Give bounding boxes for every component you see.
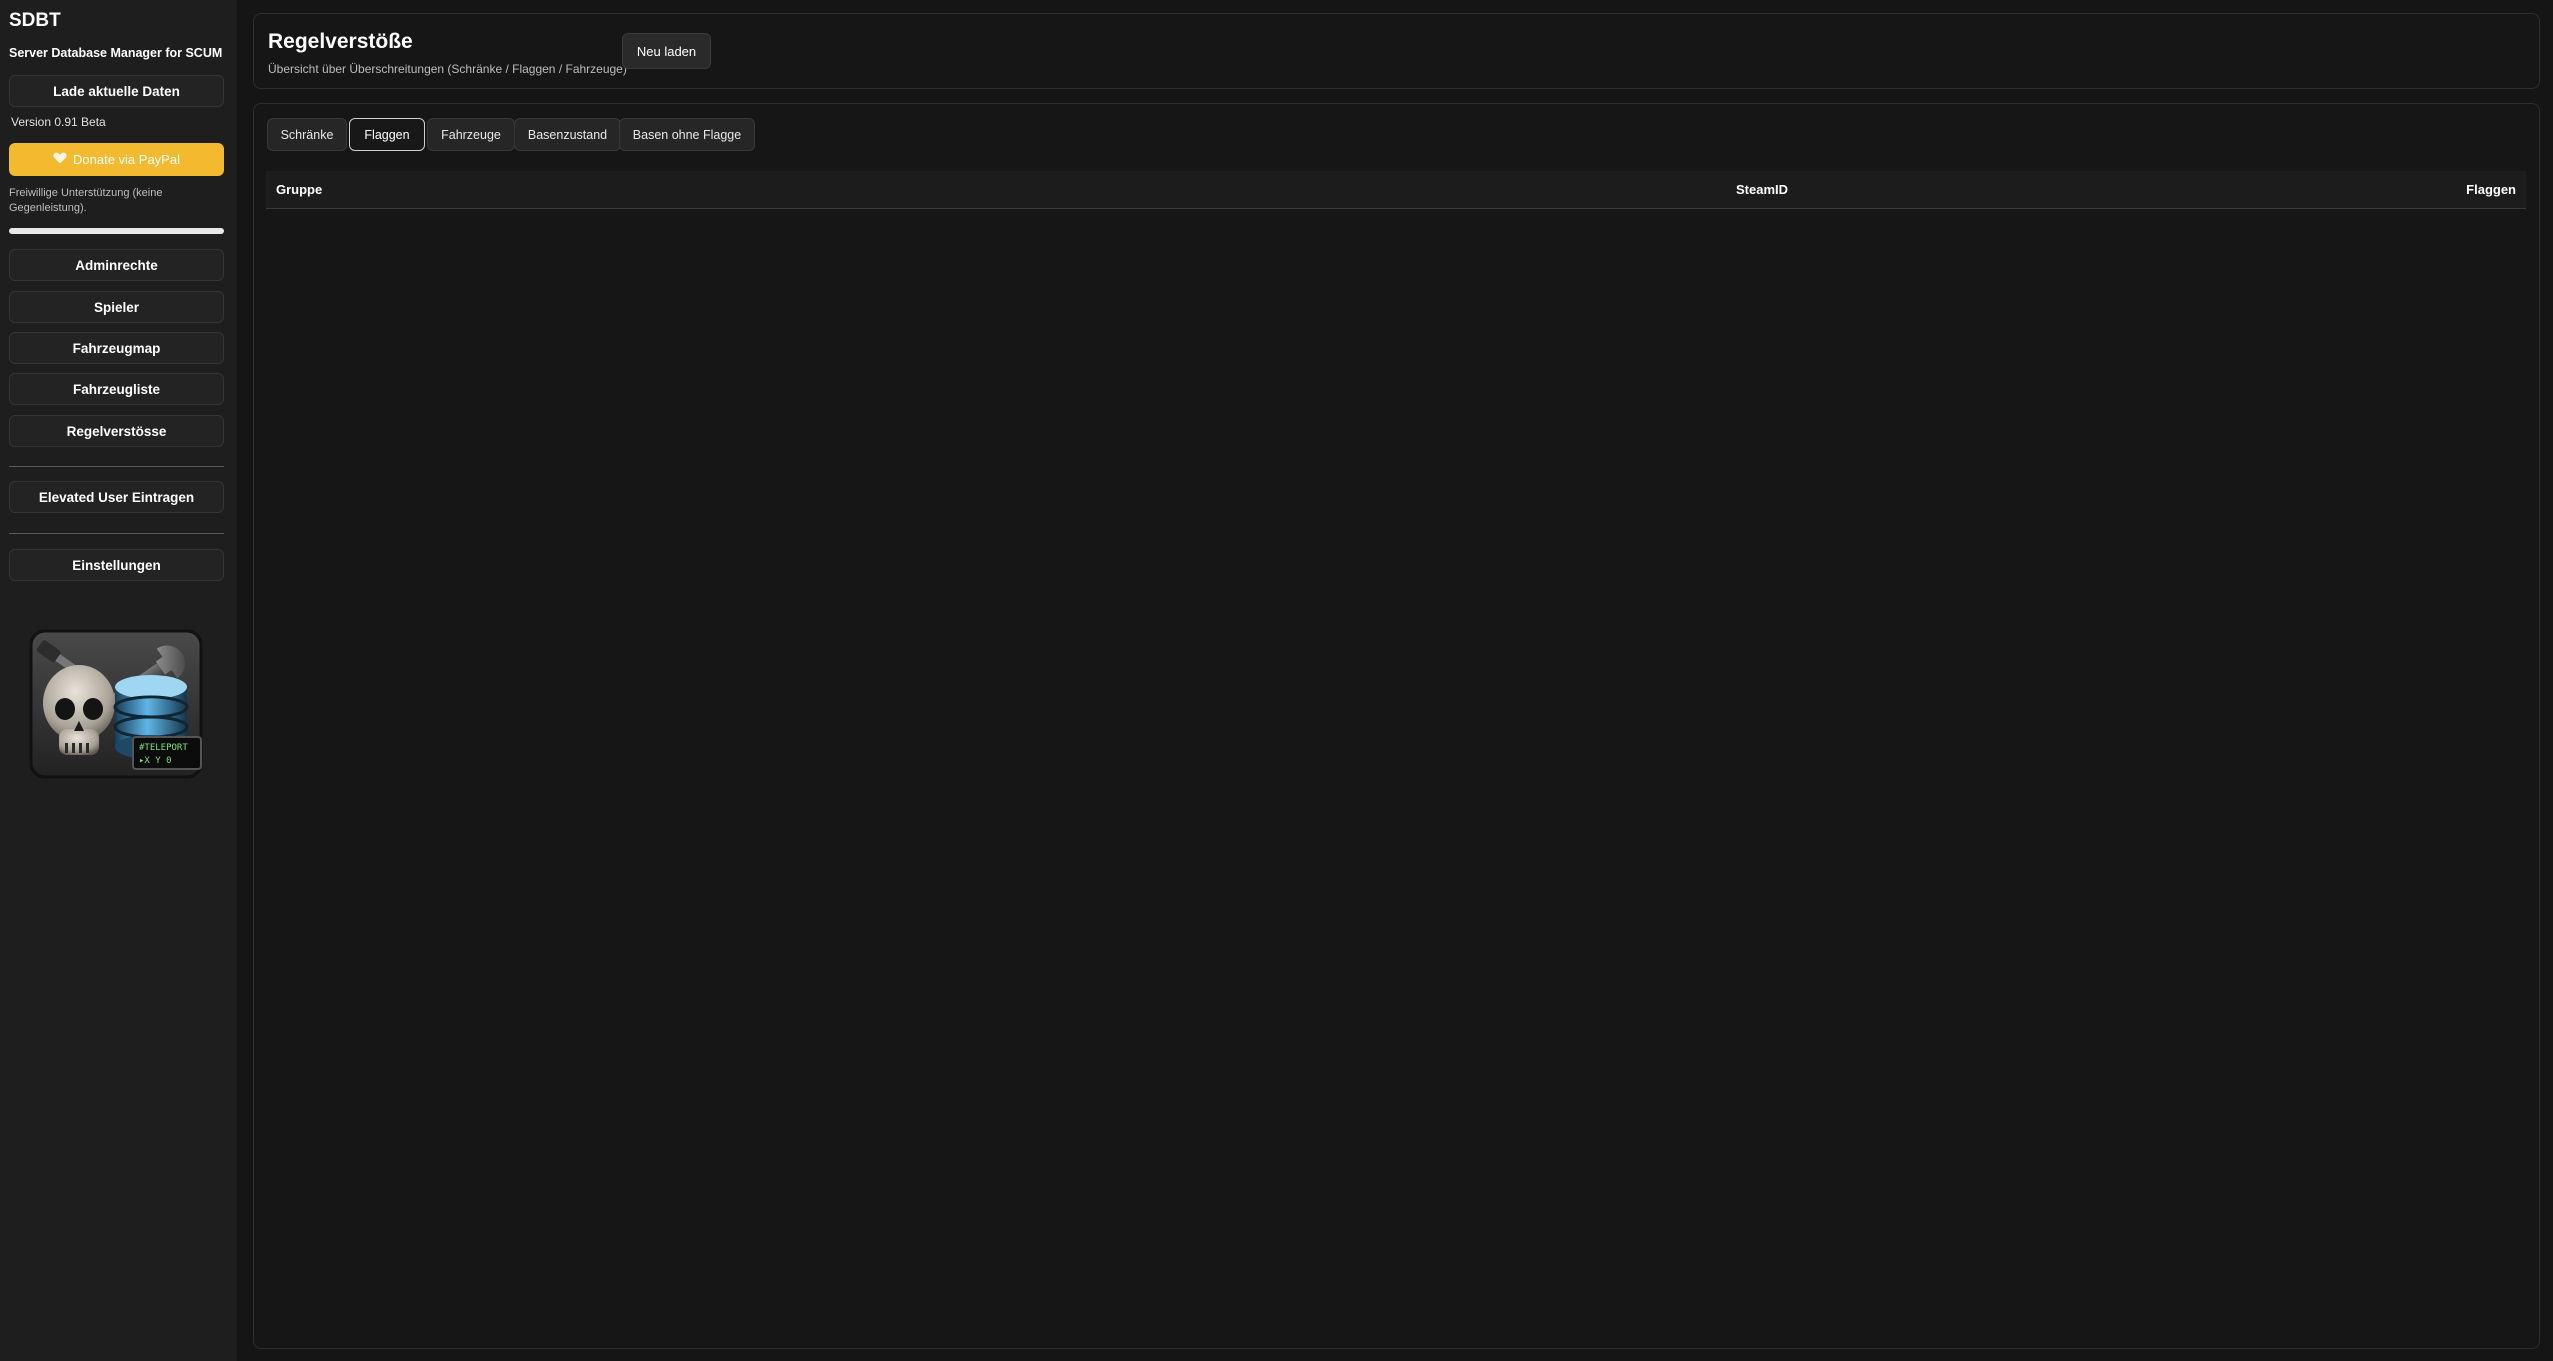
page-subtitle: Übersicht über Überschreitungen (Schränk… (268, 62, 627, 76)
reload-button[interactable]: Neu laden (622, 33, 711, 69)
column-header-steamid[interactable]: SteamID (1736, 182, 1788, 197)
logo-terminal-text: #TELEPORT (139, 743, 188, 753)
donate-label: Donate via PayPal (73, 152, 180, 167)
load-progress-bar (9, 228, 224, 234)
version-label: Version 0.91 Beta (11, 115, 106, 129)
tab-flaggen[interactable]: Flaggen (349, 118, 425, 151)
sidebar-divider (9, 533, 224, 534)
column-header-gruppe[interactable]: Gruppe (276, 182, 322, 197)
tab-basen-ohne-flagge[interactable]: Basen ohne Flagge (619, 118, 755, 151)
svg-text:▸X Y 0: ▸X Y 0 (139, 756, 172, 766)
load-progress-fill (9, 228, 224, 234)
table-header-row: Gruppe SteamID Flaggen (266, 171, 2526, 209)
nav-regelverstoesse[interactable]: Regelverstösse (9, 415, 224, 447)
settings-button[interactable]: Einstellungen (9, 549, 224, 581)
sidebar: SDBT Server Database Manager for SCUM La… (0, 0, 237, 1361)
tab-fahrzeuge[interactable]: Fahrzeuge (427, 118, 515, 151)
sidebar-divider (9, 466, 224, 467)
nav-spieler[interactable]: Spieler (9, 291, 224, 323)
tab-schraenke[interactable]: Schränke (267, 118, 347, 151)
page-title: Regelverstöße (268, 30, 413, 53)
nav-fahrzeugmap[interactable]: Fahrzeugmap (9, 332, 224, 364)
nav-adminrechte[interactable]: Adminrechte (9, 249, 224, 281)
load-data-button[interactable]: Lade aktuelle Daten (9, 75, 224, 107)
donate-paypal-button[interactable]: Donate via PayPal (9, 143, 224, 176)
content-card: Schränke Flaggen Fahrzeuge Basenzustand … (253, 103, 2540, 1349)
column-header-flaggen[interactable]: Flaggen (2466, 182, 2516, 197)
donate-note: Freiwillige Unterstützung (keine Gegenle… (9, 187, 163, 214)
tab-basenzustand[interactable]: Basenzustand (514, 118, 621, 151)
app-logo: #TELEPORT ▸X Y 0 (29, 629, 203, 779)
header-card: Regelverstöße Übersicht über Überschreit… (253, 13, 2540, 89)
app-title: SDBT (9, 10, 61, 31)
nav-fahrzeugliste[interactable]: Fahrzeugliste (9, 373, 224, 405)
elevated-user-button[interactable]: Elevated User Eintragen (9, 481, 224, 513)
app-subtitle: Server Database Manager for SCUM (9, 46, 223, 60)
heart-icon (53, 152, 67, 167)
